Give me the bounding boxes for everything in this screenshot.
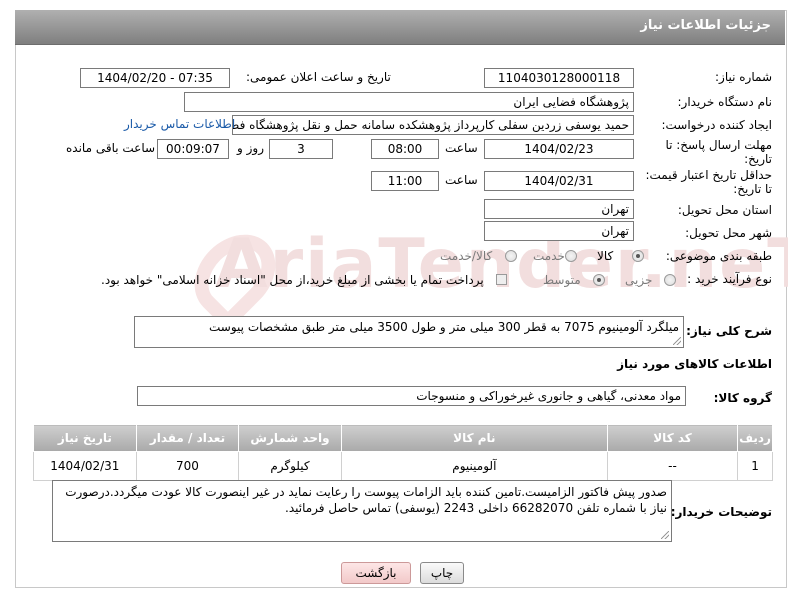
category-both-label: کالا/خدمت — [440, 249, 493, 263]
reply-deadline-label: مهلت ارسال پاسخ: تا — [665, 138, 772, 152]
reply-time-field: 08:00 — [371, 139, 439, 159]
header-bar: جزئیات اطلاعات نیاز — [15, 10, 785, 45]
buyer-notes-label: توضیحات خریدار: — [670, 505, 772, 519]
province-field: تهران — [484, 199, 634, 219]
cell-goods-code: -- — [606, 451, 739, 481]
process-label: نوع فرآیند خرید : — [687, 272, 772, 286]
buyer-notes-text: صدور پیش فاکتور الزامیست.تامین کننده بای… — [65, 485, 667, 515]
buyer-org-field: پژوهشگاه فضایی ایران — [184, 92, 634, 112]
announce-label: تاریخ و ساعت اعلان عمومی: — [246, 70, 391, 84]
reply-date-field: 1404/02/23 — [484, 139, 634, 159]
goods-group-field: مواد معدنی، گیاهی و جانوری غیرخوراکی و م… — [137, 386, 686, 406]
city-field: تهران — [484, 221, 634, 241]
cell-need-date: 1404/02/31 — [33, 451, 137, 481]
reply-time-label: ساعت — [445, 141, 478, 155]
cell-goods-name: آلومینیوم — [340, 451, 608, 481]
category-service-label: خدمت — [533, 249, 565, 263]
goods-group-label: گروه کالا: — [713, 391, 772, 405]
cell-row-number: 1 — [737, 451, 773, 481]
process-radio-minor[interactable] — [664, 274, 676, 286]
col-goods-code: کد کالا — [606, 424, 739, 452]
goods-section-title: اطلاعات کالاهای مورد نیاز — [617, 357, 772, 371]
description-text: میلگرد آلومینیوم 7075 به قطر 300 میلی مت… — [209, 320, 679, 334]
creator-label: ایجاد کننده درخواست: — [661, 118, 772, 132]
min-price-label-2: تا تاریخ: — [733, 182, 772, 196]
min-price-label: حداقل تاریخ اعتبار قیمت: — [645, 168, 772, 182]
col-row-number: ردیف — [737, 424, 773, 452]
cell-unit: کیلوگرم — [238, 451, 342, 481]
city-label: شهر محل تحویل: — [685, 226, 772, 240]
page-title: جزئیات اطلاعات نیاز — [640, 18, 771, 33]
print-button[interactable]: چاپ — [420, 562, 464, 584]
col-need-date: تاریخ نیاز — [33, 424, 137, 452]
buyer-contact-link[interactable]: اطلاعات تماس خریدار — [124, 117, 235, 131]
process-minor-label: جزیی — [625, 273, 653, 287]
need-number-label: شماره نیاز: — [715, 70, 772, 84]
buyer-org-label: نام دستگاه خریدار: — [677, 95, 773, 109]
days-field: 3 — [269, 139, 333, 159]
reply-deadline-label-2: تاریخ: — [744, 152, 772, 166]
goods-table: تاریخ نیاز تعداد / مقدار واحد شمارش نام … — [33, 424, 773, 481]
payment-note: پرداخت تمام یا بخشی از مبلغ خرید،از محل … — [101, 273, 484, 287]
process-medium-label: متوسط — [543, 273, 581, 287]
price-date-field: 1404/02/31 — [484, 171, 634, 191]
need-number-field: 1104030128000118 — [484, 68, 634, 88]
category-radio-goods[interactable] — [632, 250, 644, 262]
buyer-notes-textarea[interactable]: صدور پیش فاکتور الزامیست.تامین کننده بای… — [52, 480, 672, 542]
col-goods-name: نام کالا — [340, 424, 608, 452]
back-button[interactable]: بازگشت — [341, 562, 411, 584]
process-radio-medium[interactable] — [593, 274, 605, 286]
remaining-time-field: 00:09:07 — [157, 139, 229, 159]
creator-field: حمید یوسفی زردین سفلی کارپرداز پژوهشکده … — [232, 115, 634, 135]
category-goods-label: کالا — [597, 249, 614, 263]
col-unit: واحد شمارش — [238, 424, 342, 452]
days-label: روز و — [237, 141, 264, 155]
treasury-checkbox[interactable] — [496, 274, 507, 285]
remaining-label: ساعت باقی مانده — [66, 141, 156, 155]
table-row: 1404/02/31 700 کیلوگرم آلومینیوم -- 1 — [33, 451, 773, 481]
category-label: طبقه بندی موضوعی: — [665, 249, 772, 263]
description-label: شرح کلی نیاز: — [686, 324, 772, 338]
announce-field: 1404/02/20 - 07:35 — [80, 68, 230, 88]
category-radio-service[interactable] — [565, 250, 577, 262]
goods-table-header: تاریخ نیاز تعداد / مقدار واحد شمارش نام … — [33, 424, 773, 452]
category-radio-both[interactable] — [505, 250, 517, 262]
price-time-field: 11:00 — [371, 171, 439, 191]
resize-grip-icon[interactable] — [661, 531, 669, 539]
col-quantity: تعداد / مقدار — [135, 424, 240, 452]
price-time-label: ساعت — [445, 173, 478, 187]
resize-grip-icon[interactable] — [673, 337, 681, 345]
province-label: استان محل تحویل: — [677, 203, 772, 217]
description-textarea[interactable]: میلگرد آلومینیوم 7075 به قطر 300 میلی مت… — [134, 316, 684, 348]
cell-quantity: 700 — [135, 451, 240, 481]
